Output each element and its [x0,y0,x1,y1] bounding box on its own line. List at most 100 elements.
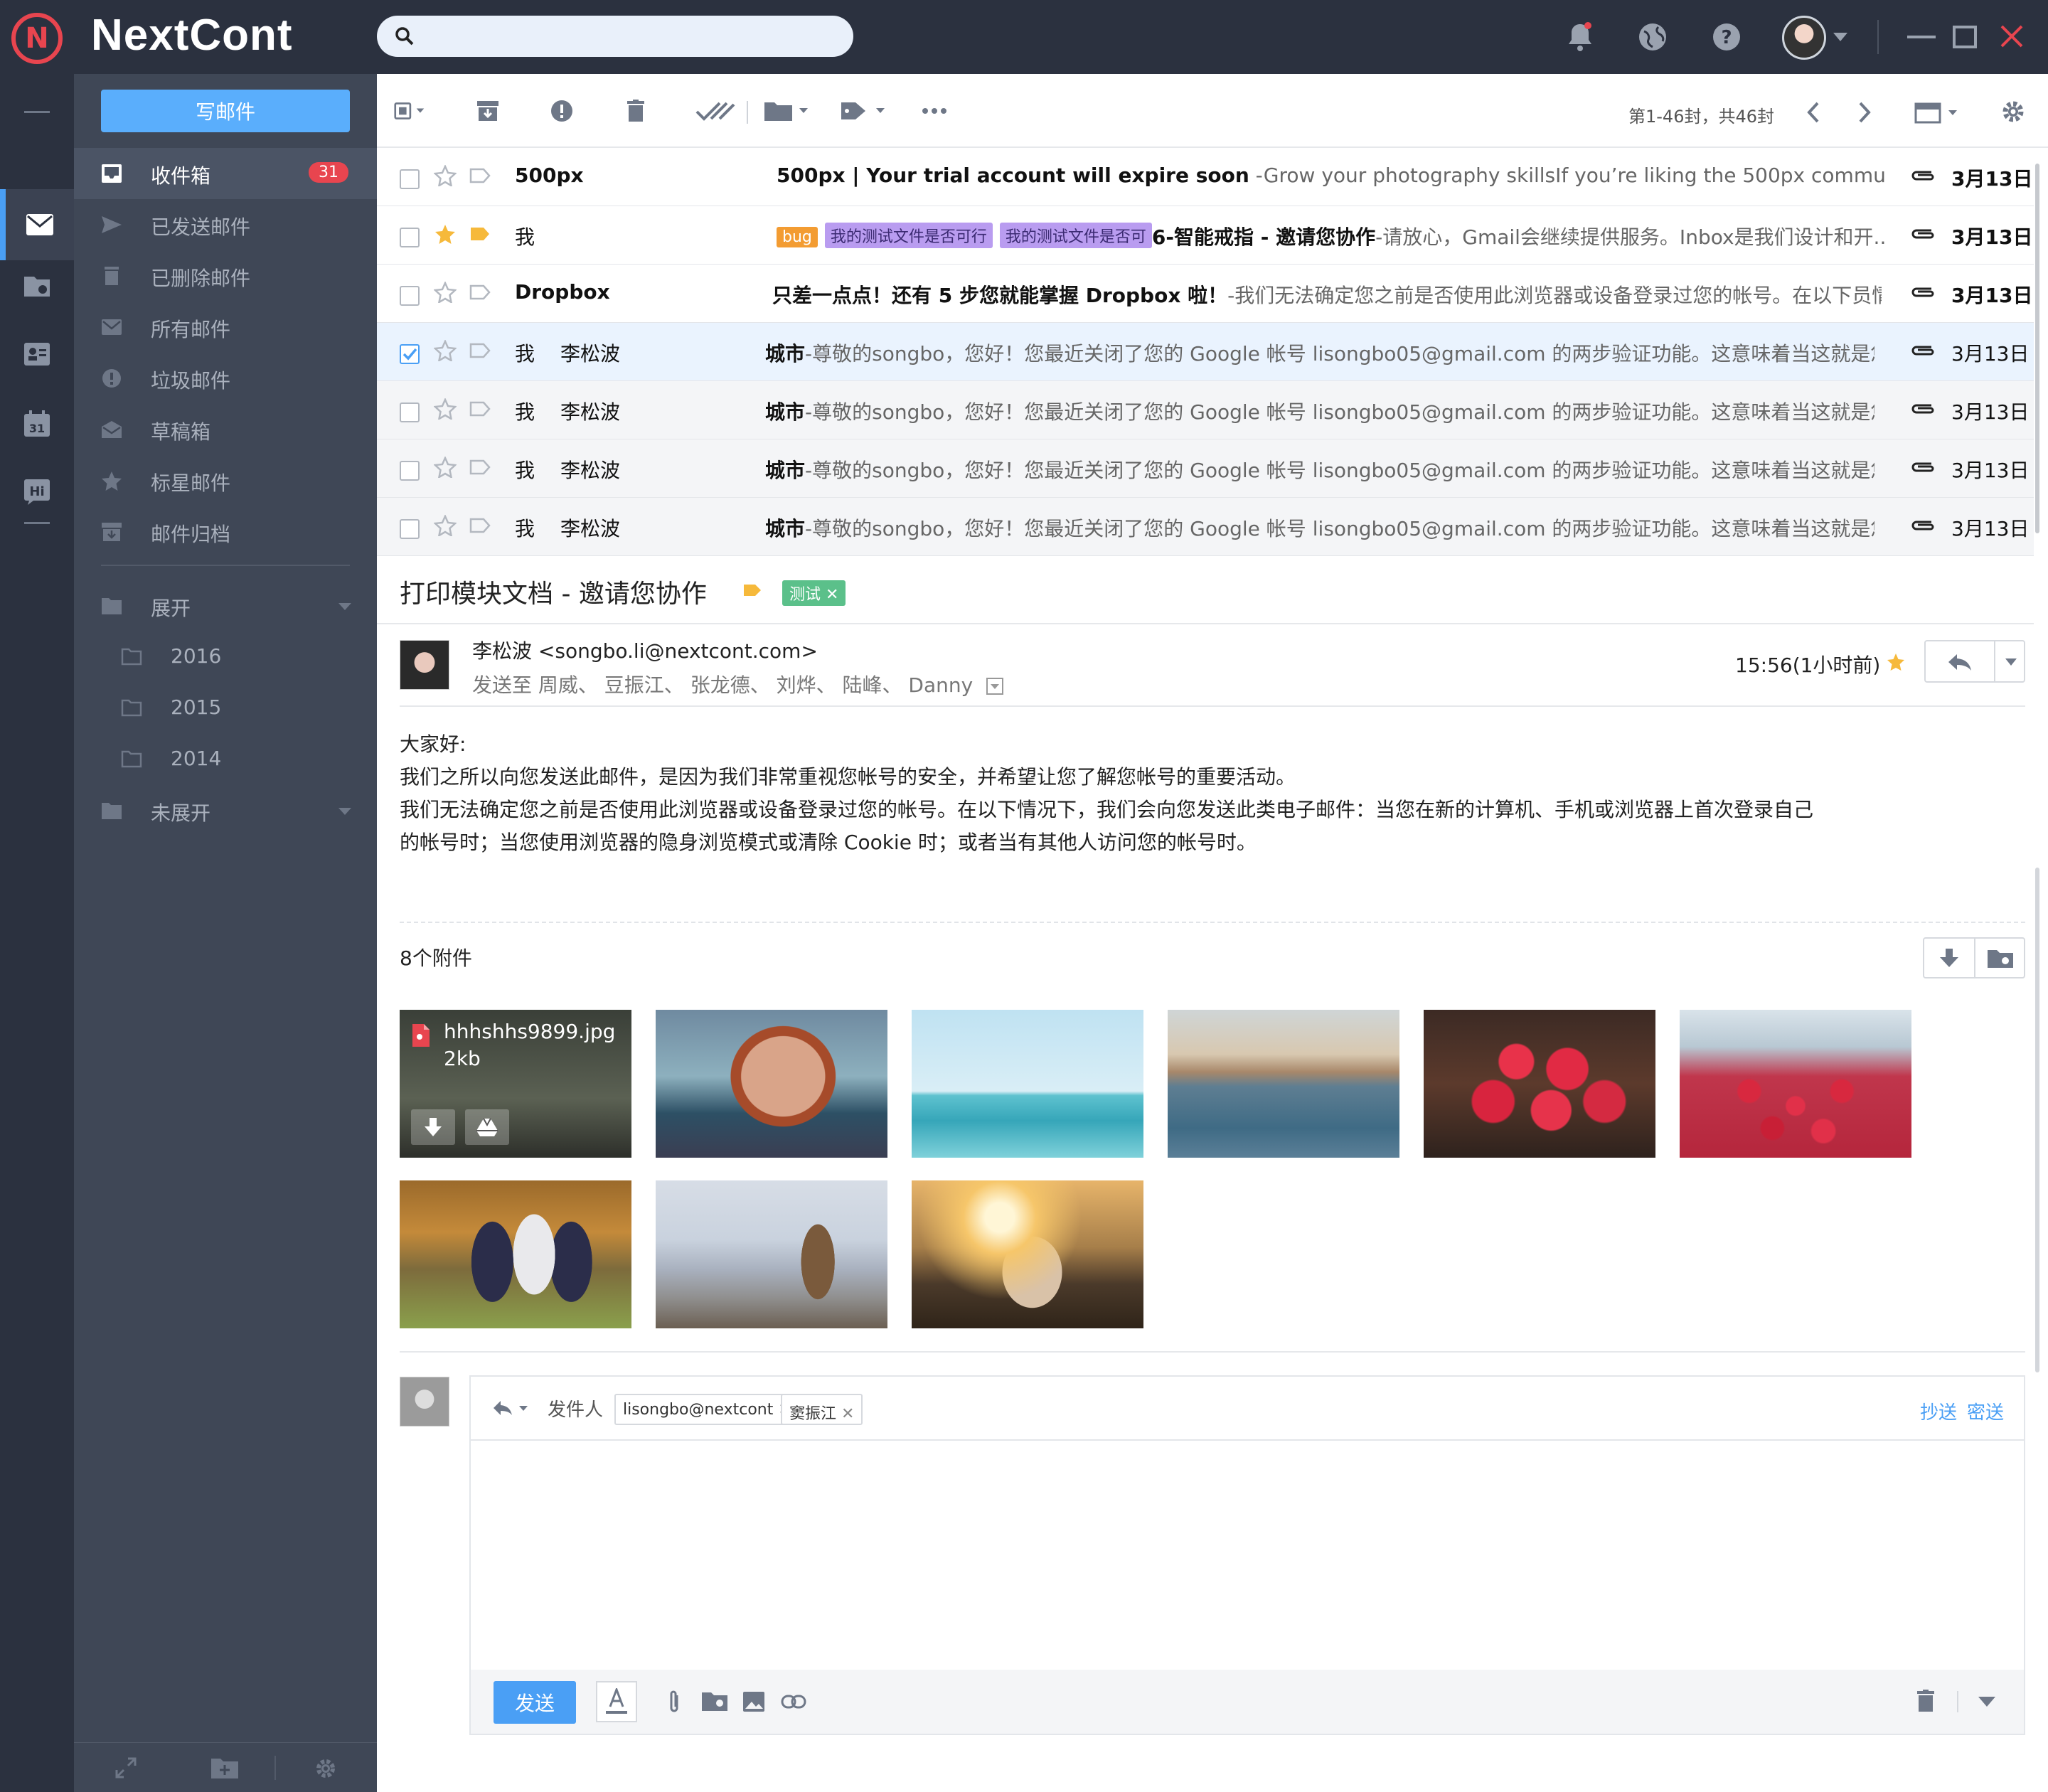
attachment-thumbnail[interactable] [656,1180,887,1328]
sidebar-item-sent[interactable]: 已发送邮件 [74,199,377,250]
prev-page-icon[interactable] [1806,101,1820,124]
report-spam-icon[interactable] [546,95,577,127]
next-page-icon[interactable] [1857,101,1872,124]
avatar-chevron-down-icon[interactable] [1833,33,1847,41]
delete-icon[interactable] [620,95,651,127]
sender-avatar[interactable] [400,640,449,690]
label-outline-icon[interactable] [469,518,491,533]
attach-folder-icon[interactable] [701,1691,728,1712]
sidebar-folder-2016[interactable]: 2016 [74,631,377,683]
row-checkbox[interactable] [400,461,420,481]
close-icon[interactable] [2000,24,2024,48]
sidebar-item-all-mail[interactable]: 所有邮件 [74,302,377,353]
minimize-icon[interactable] [1907,36,1936,38]
mark-read-icon[interactable] [694,95,737,127]
move-to-folder-icon[interactable] [762,95,812,127]
row-checkbox-checked[interactable] [400,344,420,364]
row-checkbox[interactable] [400,519,420,539]
label-filled-icon[interactable] [469,226,491,242]
email-row[interactable]: 500px 500px | Your trial account will ex… [377,148,2034,206]
attachment-thumbnail[interactable] [1680,1010,1911,1158]
new-folder-icon[interactable] [210,1757,239,1780]
settings-gear-icon[interactable] [2001,100,2025,124]
notification-bell-icon[interactable] [1559,16,1601,58]
email-row[interactable]: 我 bug 我的测试文件是否可行 我的测试文件是否可 6-智能戒指 - 邀请您协作-请… [377,206,2034,265]
rail-calendar-icon[interactable]: 31 [0,390,74,458]
message-tag-chip[interactable]: 测试 ✕ [782,580,846,606]
rail-contacts-icon[interactable] [0,320,74,388]
more-options-icon[interactable] [919,95,950,127]
star-outline-icon[interactable] [434,457,457,478]
row-checkbox[interactable] [400,402,420,422]
download-all-icon[interactable] [1938,947,1960,970]
attachment-thumbnail[interactable] [656,1010,887,1158]
settings-gear-icon[interactable] [314,1757,337,1780]
label-outline-icon[interactable] [469,168,491,183]
star-outline-icon[interactable] [434,515,457,536]
compose-button[interactable]: 写邮件 [101,90,350,132]
reply-options-chevron-icon[interactable] [2005,658,2017,666]
star-filled-icon[interactable] [1886,653,1906,671]
cc-link[interactable]: 抄送 [1920,1398,1957,1424]
search-input[interactable] [377,16,853,57]
maximize-icon[interactable] [1953,26,1977,48]
label-outline-icon[interactable] [469,284,491,300]
row-checkbox[interactable] [400,169,420,189]
list-scrollbar[interactable] [2035,164,2039,533]
help-icon[interactable]: ? [1705,16,1748,58]
attachment-thumbnail[interactable]: hhhshhs9899.jpg 2kb [400,1010,631,1158]
sidebar-item-starred[interactable]: 标星邮件 [74,455,377,506]
insert-image-icon[interactable] [742,1691,765,1712]
sidebar-item-drafts[interactable]: 草稿箱 [74,404,377,455]
sidebar-item-archive[interactable]: 邮件归档 [74,506,377,558]
send-button[interactable]: 发送 [494,1681,576,1724]
email-row[interactable]: 我 李松波 城市-尊敬的songbo，您好！您最近关闭了您的 Google 帐号… [377,439,2034,498]
row-checkbox[interactable] [400,286,420,306]
select-all-checkbox[interactable] [394,95,425,127]
attachment-thumbnail[interactable] [1424,1010,1655,1158]
layout-view-icon[interactable] [1914,102,1961,124]
email-row[interactable]: 我 李松波 城市-尊敬的songbo，您好！您最近关闭了您的 Google 帐号… [377,498,2034,556]
email-row[interactable]: 我 李松波 城市-尊敬的songbo，您好！您最近关闭了您的 Google 帐号… [377,381,2034,439]
bcc-link[interactable]: 密送 [1967,1398,2004,1424]
recipient-chip[interactable]: lisongbo@nextcont ✕ [614,1394,800,1425]
recipient-chip[interactable]: 窦振江 ✕ [781,1394,863,1425]
expand-icon[interactable] [115,1757,137,1778]
attachment-thumbnail[interactable] [1168,1010,1399,1158]
save-to-folder-icon[interactable] [1987,949,2014,969]
sidebar-item-trash[interactable]: 已删除邮件 [74,250,377,302]
chip-remove-icon[interactable]: ✕ [841,1405,854,1423]
recipients-dropdown-icon[interactable] [986,678,1004,695]
rail-folder-icon[interactable] [0,252,74,320]
attachment-thumbnail[interactable] [912,1180,1143,1328]
row-checkbox[interactable] [400,228,420,247]
sidebar-item-inbox[interactable]: 收件箱 31 [74,148,377,199]
globe-icon[interactable] [1631,16,1674,58]
discard-draft-icon[interactable] [1916,1690,1936,1712]
star-outline-icon[interactable] [434,398,457,420]
label-outline-icon[interactable] [469,459,491,475]
more-options-chevron-icon[interactable] [1978,1697,1995,1707]
attachment-thumbnail[interactable] [400,1180,631,1328]
reading-pane-scrollbar[interactable] [2035,868,2039,1372]
user-avatar[interactable] [1782,16,1826,60]
sidebar-folder-2015[interactable]: 2015 [74,683,377,734]
reply-icon[interactable] [1947,653,1973,671]
sidebar-group-collapsed[interactable]: 未展开 [74,785,377,836]
attachment-download-button[interactable] [411,1109,455,1145]
attachment-thumbnail[interactable] [912,1010,1143,1158]
label-outline-icon[interactable] [469,401,491,417]
star-outline-icon[interactable] [434,282,457,303]
sidebar-group-expanded[interactable]: 展开 [74,580,377,631]
label-filled-icon[interactable] [742,583,762,597]
attachment-drive-button[interactable] [465,1109,509,1145]
archive-icon[interactable] [472,95,503,127]
label-outline-icon[interactable] [469,343,491,358]
email-row-selected[interactable]: 我 李松波 城市-尊敬的songbo，您好！您最近关闭了您的 Google 帐号… [377,323,2034,381]
star-outline-icon[interactable] [434,165,457,186]
insert-link-icon[interactable] [781,1694,806,1710]
email-row[interactable]: Dropbox 只差一点点！还有 5 步您就能掌握 Dropbox 啦！-我们无… [377,265,2034,323]
rail-chat-icon[interactable]: Hi [0,458,74,526]
rail-mail-icon[interactable] [0,189,74,260]
star-filled-icon[interactable] [434,223,457,245]
